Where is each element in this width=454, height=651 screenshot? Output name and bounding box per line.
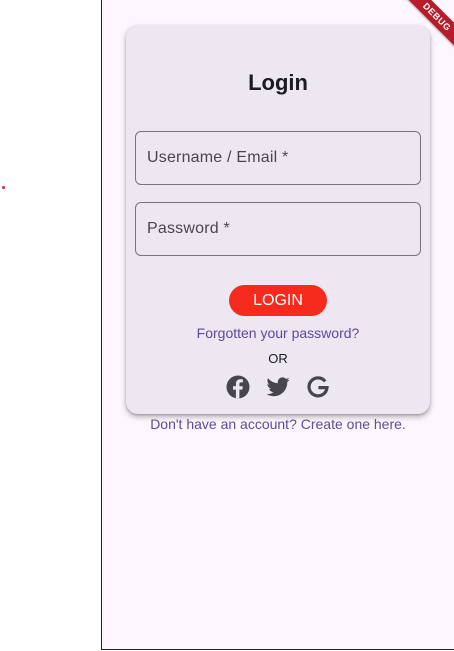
social-login-row [126,375,430,399]
login-card: Login Username / Email * Password * LOGI… [126,25,430,432]
username-field[interactable]: Username / Email * [135,131,421,185]
twitter-icon[interactable] [266,375,290,399]
create-account-link[interactable]: Don't have an account? Create one here. [126,416,430,432]
username-field-label: Username / Email * [147,149,289,166]
stray-dot [2,186,5,189]
password-field-label: Password * [147,220,230,237]
forgot-password-link[interactable]: Forgotten your password? [126,325,430,341]
or-divider-text: OR [268,351,288,366]
device-screen: DEBUG Login Username / Email * Password … [101,0,454,650]
page-title: Login [248,70,308,95]
login-button[interactable]: LOGIN [229,285,327,316]
facebook-icon[interactable] [226,375,250,399]
google-icon[interactable] [306,375,330,399]
password-field[interactable]: Password * [135,202,421,256]
